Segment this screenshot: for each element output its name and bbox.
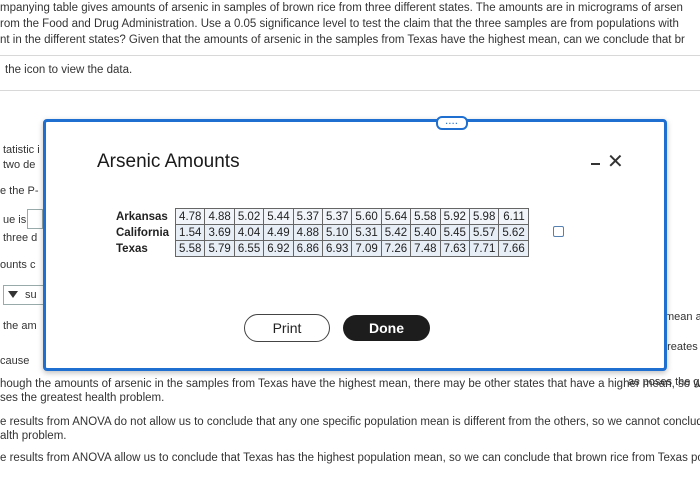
answer-option-text: hough the amounts of arsenic in the samp… (0, 378, 700, 390)
table-cell: 7.26 (380, 240, 412, 257)
table-cell: 4.88 (292, 224, 324, 241)
table-cell: 5.37 (321, 208, 353, 225)
answer-option-text: ses the greatest health problem. (0, 392, 165, 404)
table-cell: 4.04 (233, 224, 265, 241)
table-cell: 5.58 (410, 208, 441, 225)
answer-option-text: e results from ANOVA allow us to conclud… (0, 452, 700, 464)
table-cell: 5.37 (292, 208, 324, 225)
left-fragment: two de (3, 159, 36, 171)
table-cell: 3.69 (204, 224, 235, 241)
table-row: Texas 5.58 5.79 6.55 6.92 6.86 6.93 7.09 7.26 7.4… (113, 240, 529, 257)
table-cell: 5.42 (380, 224, 412, 241)
question-line-1: mpanying table gives amounts of arsenic … (0, 2, 683, 14)
state-label: California (116, 226, 170, 239)
table-row: California 1.54 3.69 4.04 4.49 4.88 5.10 5.31 5.… (113, 224, 529, 241)
table-cell: 5.98 (468, 208, 500, 225)
right-fragment: mean a (665, 311, 700, 323)
table-cell: 6.92 (263, 240, 294, 257)
table-cell: 7.63 (439, 240, 470, 257)
answer-input[interactable] (27, 209, 43, 229)
table-cell: 4.49 (263, 224, 294, 241)
arsenic-data-dialog: .... Arsenic Amounts ✕ Arkansas 4.78 4.88 5… (43, 116, 667, 371)
table-cell: 5.79 (204, 240, 235, 257)
table-cell: 6.93 (321, 240, 353, 257)
answer-option-text: e results from ANOVA do not allow us to … (0, 416, 700, 428)
drag-handle[interactable]: .... (436, 116, 468, 130)
minimize-icon[interactable] (591, 163, 600, 165)
left-fragment: the am (3, 320, 37, 332)
left-fragment: tatistic i (3, 144, 40, 156)
close-icon[interactable]: ✕ (607, 152, 624, 172)
table-cell: 7.71 (468, 240, 500, 257)
question-line-2: rom the Food and Drug Administration. Us… (0, 18, 679, 30)
print-button[interactable]: Print (244, 314, 330, 342)
left-fragment: e the P- (0, 185, 39, 197)
left-fragment: cause (0, 355, 30, 367)
table-cell: 5.31 (351, 224, 382, 241)
state-label: Texas (116, 242, 148, 255)
table-cell: 5.58 (175, 240, 206, 257)
table-cell: 4.88 (204, 208, 235, 225)
arsenic-table: Arkansas 4.78 4.88 5.02 5.44 5.37 5.37 5.60 5.64… (113, 208, 529, 257)
done-button[interactable]: Done (343, 315, 430, 341)
table-cell: 4.78 (175, 208, 206, 225)
table-cell: 5.60 (351, 208, 382, 225)
table-cell: 5.64 (380, 208, 412, 225)
table-cell: 5.44 (263, 208, 294, 225)
table-row: Arkansas 4.78 4.88 5.02 5.44 5.37 5.37 5.60 5.64… (113, 208, 529, 225)
table-cell: 7.66 (498, 240, 529, 257)
table-cell: 6.55 (233, 240, 265, 257)
view-data-text: the icon to view the data. (5, 64, 133, 76)
left-fragment: three d (3, 232, 38, 244)
table-cell: 1.54 (175, 224, 206, 241)
answer-option-text: alth problem. (0, 430, 67, 442)
table-cell: 5.02 (233, 208, 265, 225)
state-label: Arkansas (116, 210, 168, 223)
table-cell: 7.48 (410, 240, 441, 257)
dialog-title: Arsenic Amounts (97, 151, 240, 172)
divider (0, 90, 700, 91)
divider (0, 55, 700, 56)
table-cell: 5.10 (321, 224, 353, 241)
left-fragment: ounts c (0, 259, 36, 271)
table-cell: 5.62 (498, 224, 529, 241)
question-line-3: nt in the different states? Given that t… (0, 34, 685, 46)
dropdown-value: su (25, 289, 37, 301)
table-cell: 5.92 (439, 208, 470, 225)
table-cell: 7.09 (351, 240, 382, 257)
table-cell: 5.40 (410, 224, 441, 241)
table-cell: 6.86 (292, 240, 324, 257)
copy-icon[interactable] (553, 226, 564, 237)
chevron-down-icon (8, 291, 18, 298)
left-fragment: ue is (3, 214, 27, 226)
table-cell: 5.57 (468, 224, 500, 241)
table-cell: 5.45 (439, 224, 470, 241)
table-cell: 6.11 (498, 208, 529, 225)
